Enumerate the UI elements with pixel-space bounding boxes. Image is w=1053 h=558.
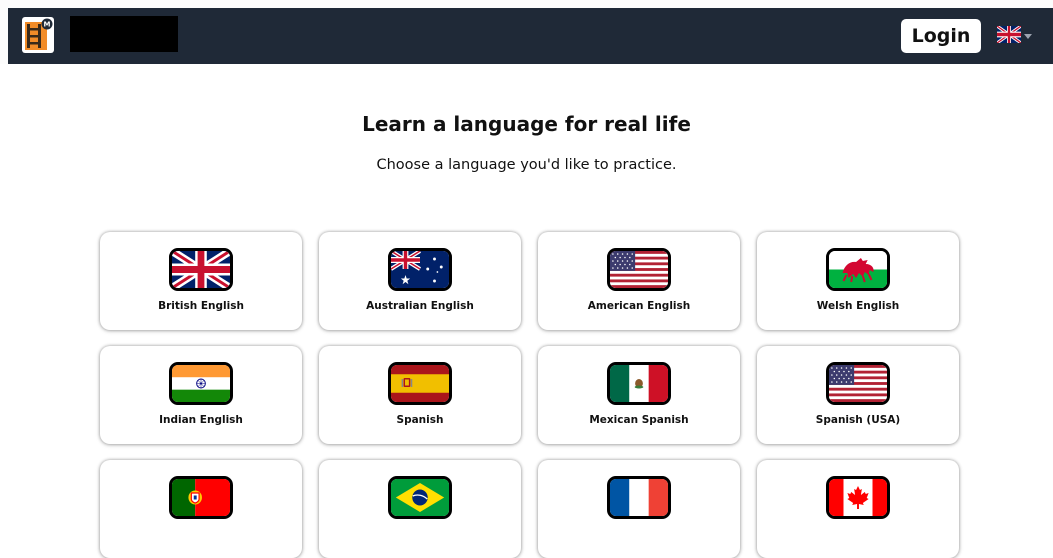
language-card-australian-english[interactable]: Australian English [319, 232, 521, 330]
flag-frame [826, 248, 890, 291]
france-flag-icon [610, 479, 668, 516]
language-label: Spanish [396, 414, 444, 426]
top-navbar: M Login [0, 0, 1053, 64]
flag-frame [607, 476, 671, 519]
brazil-flag-icon [391, 479, 449, 516]
india-flag-icon [172, 365, 230, 402]
language-card-canadian-french[interactable] [757, 460, 959, 558]
language-label: American English [587, 300, 691, 312]
svg-text:M: M [44, 21, 51, 29]
portugal-flag-icon [172, 479, 230, 516]
flag-frame [826, 362, 890, 405]
flag-frame [388, 362, 452, 405]
canada-flag-icon [829, 479, 887, 516]
language-card-british-english[interactable]: British English [100, 232, 302, 330]
spain-flag-icon [391, 365, 449, 402]
flag-frame [826, 476, 890, 519]
language-selector[interactable] [997, 24, 1037, 48]
uk-flag-icon [997, 26, 1021, 43]
wales-flag-icon [829, 251, 887, 288]
language-label: Australian English [366, 300, 474, 312]
flag-frame [388, 248, 452, 291]
language-card-brazilian-portuguese[interactable] [319, 460, 521, 558]
brand-name-redacted [70, 16, 178, 52]
language-card-spanish-usa[interactable]: Spanish (USA) [757, 346, 959, 444]
flag-frame [607, 362, 671, 405]
language-label: Welsh English [816, 300, 900, 312]
flag-frame [607, 248, 671, 291]
usa-flag-icon [829, 365, 887, 402]
uk-flag-icon [172, 251, 230, 288]
page-subtitle: Choose a language you'd like to practice… [376, 157, 677, 173]
language-label: Indian English [159, 414, 243, 426]
language-label: Mexican Spanish [589, 414, 689, 426]
language-label: British English [158, 300, 244, 312]
ladder-book-icon[interactable]: M [22, 17, 54, 53]
mexico-flag-icon [610, 365, 668, 402]
australia-flag-icon [391, 251, 449, 288]
navbar-bar: M Login [8, 8, 1053, 64]
flag-frame [169, 362, 233, 405]
language-card-mexican-spanish[interactable]: Mexican Spanish [538, 346, 740, 444]
language-card-portuguese[interactable] [100, 460, 302, 558]
language-card-welsh-english[interactable]: Welsh English [757, 232, 959, 330]
language-label: Spanish (USA) [815, 414, 901, 426]
flag-frame [169, 248, 233, 291]
page-title: Learn a language for real life [362, 112, 691, 136]
flag-frame [169, 476, 233, 519]
login-button[interactable]: Login [901, 19, 981, 53]
flag-frame [388, 476, 452, 519]
usa-flag-icon [610, 251, 668, 288]
language-card-indian-english[interactable]: Indian English [100, 346, 302, 444]
language-card-french[interactable] [538, 460, 740, 558]
language-card-spanish[interactable]: Spanish [319, 346, 521, 444]
language-card-american-english[interactable]: American English [538, 232, 740, 330]
chevron-down-icon [1024, 34, 1032, 39]
